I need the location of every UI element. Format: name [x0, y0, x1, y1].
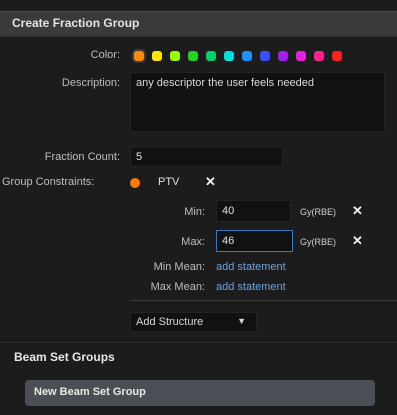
section-divider: [0, 342, 397, 343]
max-label: Max:: [181, 236, 205, 248]
max-input[interactable]: 46: [216, 230, 293, 252]
constraints-divider: [130, 300, 397, 301]
caret-down-icon: ▼: [237, 316, 246, 326]
color-swatch[interactable]: [206, 51, 216, 61]
new-beam-set-group-button[interactable]: New Beam Set Group: [25, 380, 375, 406]
color-swatch[interactable]: [134, 51, 144, 61]
beam-set-groups-title: Beam Set Groups: [14, 350, 115, 364]
color-swatch[interactable]: [296, 51, 306, 61]
min-mean-label: Min Mean:: [153, 261, 205, 273]
min-input[interactable]: 40: [216, 200, 291, 222]
min-mean-add-link[interactable]: add statement: [216, 261, 286, 273]
color-swatch[interactable]: [332, 51, 342, 61]
color-swatch[interactable]: [152, 51, 162, 61]
min-label: Min:: [184, 206, 205, 218]
color-swatch[interactable]: [314, 51, 324, 61]
color-swatch[interactable]: [260, 51, 270, 61]
fraction-count-label: Fraction Count:: [44, 151, 120, 163]
color-swatch[interactable]: [278, 51, 288, 61]
max-mean-add-link[interactable]: add statement: [216, 281, 286, 293]
max-mean-label: Max Mean:: [150, 281, 205, 293]
group-constraints-label: Group Constraints:: [2, 176, 95, 188]
description-textarea[interactable]: any descriptor the user feels needed: [130, 72, 385, 132]
color-swatch[interactable]: [224, 51, 234, 61]
description-label: Description:: [61, 77, 120, 89]
color-swatch[interactable]: [188, 51, 198, 61]
add-structure-label: Add Structure: [136, 316, 204, 328]
remove-max-icon[interactable]: ✕: [352, 233, 363, 249]
remove-min-icon[interactable]: ✕: [352, 203, 363, 219]
fraction-count-input[interactable]: 5: [130, 147, 283, 167]
color-label: Color:: [90, 49, 120, 61]
remove-structure-icon[interactable]: ✕: [205, 174, 216, 190]
add-structure-select[interactable]: Add Structure ▼: [130, 312, 257, 332]
color-swatch[interactable]: [170, 51, 180, 61]
max-unit: Gy(RBE): [300, 237, 336, 247]
dialog-title: Create Fraction Group: [12, 16, 140, 30]
structure-color-dot: [130, 178, 140, 188]
min-unit: Gy(RBE): [300, 207, 336, 217]
structure-name: PTV: [158, 176, 180, 188]
color-swatch[interactable]: [242, 51, 252, 61]
